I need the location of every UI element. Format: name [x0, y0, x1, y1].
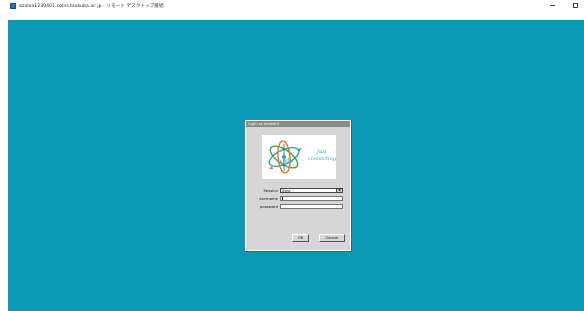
remote-desktop-icon	[10, 2, 16, 9]
session-row: Session Xorg ▼	[252, 188, 343, 193]
username-input[interactable]	[280, 196, 343, 201]
ok-button[interactable]: OK	[292, 234, 309, 242]
cancel-button[interactable]: Cancel	[319, 234, 345, 242]
text-cursor	[282, 197, 283, 200]
window-title: azalea1230401.coins.tsukuba.ac.jp - リモート…	[19, 3, 164, 9]
logo-tagline-line2: connecting	[308, 155, 337, 162]
dropdown-arrow-icon[interactable]: ▼	[336, 189, 342, 192]
session-label: Session	[263, 188, 279, 193]
logo-center-text: xrdp	[279, 158, 293, 165]
window-controls	[550, 0, 578, 11]
logo-tagline: Just connecting	[308, 149, 336, 162]
minimize-button[interactable]	[550, 5, 555, 6]
username-row: username	[252, 196, 343, 201]
password-label: password	[259, 204, 278, 209]
xrdp-logo: xrdp Just connecting	[262, 135, 336, 179]
username-label: username	[259, 196, 278, 201]
window-top-strip	[0, 11, 584, 20]
session-select[interactable]: Xorg ▼	[280, 188, 343, 193]
session-value: Xorg	[282, 189, 291, 193]
password-input[interactable]	[280, 204, 343, 209]
maximize-button[interactable]	[573, 3, 578, 8]
dialog-title: Login to azalea01	[246, 121, 350, 127]
password-row: password	[252, 204, 343, 209]
login-dialog: Login to azalea01 xrdp Just connecting S…	[245, 120, 351, 251]
